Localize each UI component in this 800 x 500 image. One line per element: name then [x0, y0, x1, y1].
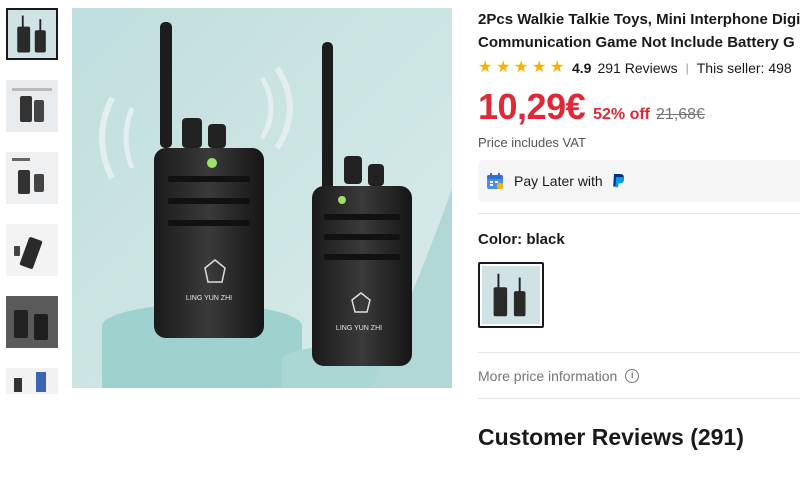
pay-later-banner[interactable]: Pay Later with — [478, 160, 800, 202]
current-price: 10,29€ — [478, 86, 586, 127]
price-row: 10,29€ 52% off 21,68€ — [478, 86, 705, 130]
customer-reviews-heading: Customer Reviews (291) — [478, 424, 744, 450]
product-title: 2Pcs Walkie Talkie Toys, Mini Interphone… — [478, 8, 800, 54]
vat-note: Price includes VAT — [478, 135, 586, 150]
reviews-link[interactable]: 291 Reviews — [597, 60, 677, 76]
divider — [478, 213, 800, 214]
brand-logo-text-1: LING YUN ZHI — [186, 295, 232, 302]
rating-value: 4.9 — [572, 60, 592, 76]
star-icon: ★ — [496, 59, 511, 76]
rating-stars: ★ ★ ★ ★ ★ — [478, 60, 566, 76]
separator: | — [685, 61, 689, 75]
seller-info[interactable]: This seller: 498 — [697, 60, 792, 76]
color-swatch-black[interactable] — [478, 262, 544, 328]
thumbnail-1[interactable] — [6, 8, 58, 60]
info-icon[interactable]: i — [625, 369, 640, 383]
more-price-label: More price information — [478, 368, 618, 384]
product-title-line-1: 2Pcs Walkie Talkie Toys, Mini Interphone… — [478, 11, 800, 28]
calendar-icon — [487, 173, 504, 190]
star-icon: ★ — [532, 59, 547, 76]
swatch-image — [482, 266, 540, 324]
star-icon: ★ — [478, 59, 493, 76]
color-label: Color: black — [478, 231, 565, 248]
rating-row: ★ ★ ★ ★ ★ 4.9 291 Reviews | This seller:… — [478, 58, 792, 78]
thumbnail-5[interactable] — [6, 296, 58, 348]
discount-badge: 52% off — [593, 106, 651, 123]
paypal-icon — [612, 174, 624, 188]
brand-logo-text-2: LING YUN ZHI — [336, 325, 382, 332]
product-title-line-2: Communication Game Not Include Battery G — [478, 34, 795, 51]
star-icon: ★ — [550, 59, 565, 76]
pay-later-label: Pay Later with — [514, 173, 603, 189]
thumbnail-2[interactable] — [6, 80, 58, 132]
more-price-information[interactable]: More price information i — [478, 368, 640, 384]
divider — [478, 398, 800, 399]
star-icon: ★ — [514, 59, 529, 76]
original-price: 21,68€ — [656, 106, 705, 123]
thumbnail-6[interactable] — [6, 368, 58, 394]
thumbnail-4[interactable] — [6, 224, 58, 276]
thumbnail-3[interactable] — [6, 152, 58, 204]
main-product-image[interactable]: LING YUN ZHI LING YUN ZHI — [72, 8, 452, 388]
divider — [478, 352, 800, 353]
walkie-talkie-photo: LING YUN ZHI LING YUN ZHI — [72, 8, 452, 388]
